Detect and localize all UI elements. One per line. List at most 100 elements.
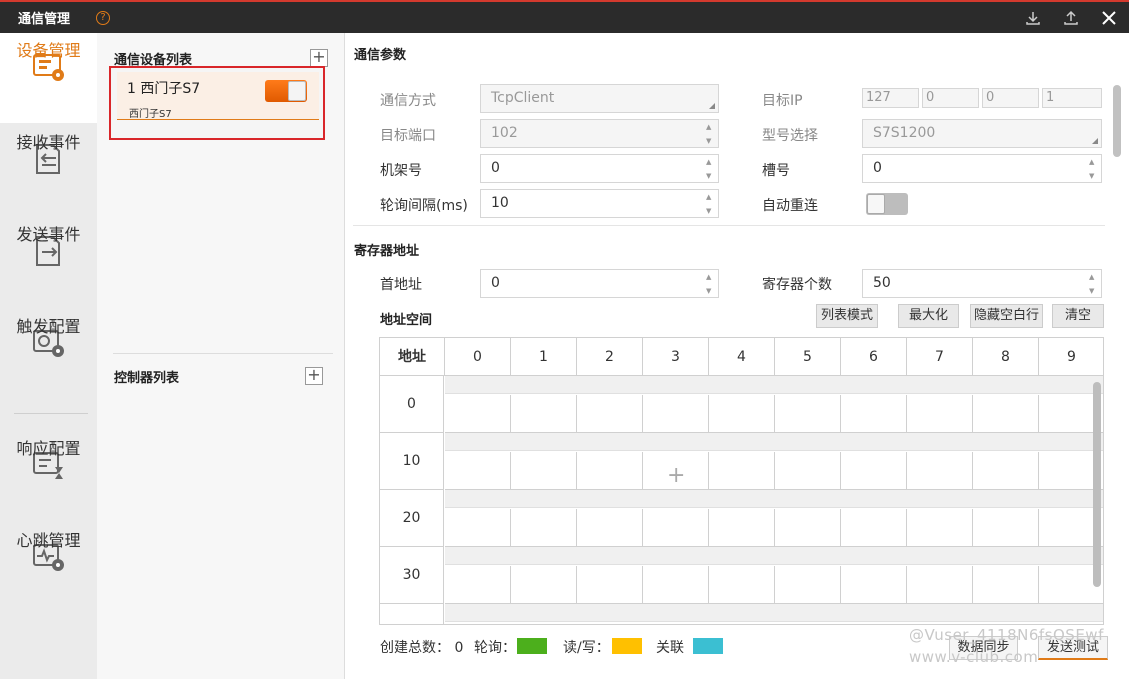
nav-item-send-events[interactable]: 发送事件 <box>0 217 97 307</box>
comm-mode-select[interactable]: TcpClient <box>480 84 719 113</box>
device-type: 西门子S7 <box>129 109 172 120</box>
grid-header: 地址 0 1 2 3 4 5 6 7 8 9 <box>380 338 1103 376</box>
grid-cell[interactable] <box>511 395 577 433</box>
watermark-user: @Vuser_4118N6fsQSEwf <box>909 626 1104 644</box>
grid-row-band <box>445 547 1103 565</box>
main-scrollbar[interactable] <box>1113 85 1121 157</box>
ip-octet-4[interactable]: 1 <box>1042 88 1102 108</box>
legend-poll-label: 轮询： <box>474 640 516 656</box>
legend-link-swatch <box>693 638 723 654</box>
grid-cell[interactable] <box>973 509 1039 547</box>
legend-poll-swatch <box>517 638 547 654</box>
export-icon[interactable] <box>1059 6 1083 30</box>
grid-cell[interactable] <box>445 509 511 547</box>
total-count-value: 0 <box>454 640 464 656</box>
nav-item-trigger-config[interactable]: 触发配置 <box>0 309 97 399</box>
grid-row-band <box>445 433 1103 451</box>
grid-cell[interactable] <box>709 452 775 490</box>
grid-header-col: 1 <box>511 338 577 376</box>
target-port-field[interactable]: 102 ▲ ▼ <box>480 119 719 148</box>
model-select[interactable]: S7S1200 <box>862 119 1102 148</box>
help-icon[interactable]: ? <box>96 10 111 25</box>
nav-divider <box>14 413 88 414</box>
grid-cell[interactable] <box>709 566 775 604</box>
grid-header-col: 2 <box>577 338 643 376</box>
grid-cell[interactable] <box>775 509 841 547</box>
close-icon[interactable] <box>1097 6 1121 30</box>
grid-cell[interactable] <box>775 452 841 490</box>
model-label: 型号选择 <box>762 128 818 144</box>
controller-list-title: 控制器列表 <box>114 371 180 386</box>
grid-cell[interactable] <box>841 566 907 604</box>
grid-cell[interactable] <box>841 452 907 490</box>
grid-cell[interactable] <box>643 395 709 433</box>
rack-field[interactable]: 0 ▲ ▼ <box>480 154 719 183</box>
maximize-button[interactable]: 最大化 <box>898 304 959 328</box>
add-controller-button[interactable]: + <box>305 367 323 385</box>
grid-header-col: 6 <box>841 338 907 376</box>
grid-header-col: 7 <box>907 338 973 376</box>
ip-octet-1[interactable]: 127 <box>862 88 919 108</box>
poll-interval-field[interactable]: 10 ▲ ▼ <box>480 189 719 218</box>
watermark-site: www.v-club.com <box>909 648 1039 666</box>
window-title: 通信管理 <box>18 12 71 27</box>
grid-cell[interactable] <box>577 509 643 547</box>
grid-cell[interactable] <box>907 395 973 433</box>
registers-title: 寄存器地址 <box>354 244 420 259</box>
nav-item-device-management[interactable]: 设备管理 <box>0 33 97 123</box>
grid-cell[interactable] <box>643 566 709 604</box>
comm-mode-label: 通信方式 <box>380 93 436 109</box>
panel-divider <box>113 353 333 354</box>
grid-cell[interactable] <box>973 395 1039 433</box>
grid-cell[interactable] <box>841 509 907 547</box>
grid-cell[interactable] <box>511 566 577 604</box>
grid-cell[interactable] <box>577 566 643 604</box>
grid-cell[interactable] <box>577 395 643 433</box>
grid-cell[interactable] <box>577 452 643 490</box>
grid-scrollbar[interactable] <box>1093 382 1101 587</box>
params-title: 通信参数 <box>354 48 407 63</box>
grid-cell[interactable] <box>445 566 511 604</box>
section-divider <box>353 225 1105 226</box>
start-address-field[interactable]: 0 ▲ ▼ <box>480 269 719 298</box>
grid-cell[interactable] <box>709 395 775 433</box>
nav-item-receive-events[interactable]: 接收事件 <box>0 125 97 215</box>
grid-cell[interactable] <box>973 566 1039 604</box>
grid-cell[interactable] <box>973 452 1039 490</box>
grid-cell[interactable] <box>907 452 973 490</box>
grid-cell[interactable] <box>511 509 577 547</box>
grid-cell[interactable] <box>445 395 511 433</box>
grid-cell[interactable] <box>511 452 577 490</box>
nav-item-heartbeat[interactable]: 心跳管理 <box>0 523 97 613</box>
nav-label: 发送事件 <box>16 225 81 244</box>
grid-cell[interactable] <box>775 395 841 433</box>
grid-header-col: 5 <box>775 338 841 376</box>
register-count-field[interactable]: 50 ▲ ▼ <box>862 269 1102 298</box>
device-card[interactable]: 1 西门子S7 西门子S7 <box>109 66 325 140</box>
import-icon[interactable] <box>1021 6 1045 30</box>
auto-reconnect-toggle[interactable] <box>866 193 908 215</box>
grid-cell[interactable] <box>907 509 973 547</box>
rack-label: 机架号 <box>380 163 422 179</box>
ip-octet-2[interactable]: 0 <box>922 88 979 108</box>
add-device-button[interactable]: + <box>310 49 328 67</box>
address-space-title: 地址空间 <box>380 313 433 328</box>
nav-item-response-config[interactable]: 响应配置 <box>0 431 97 521</box>
nav-label: 触发配置 <box>16 317 81 336</box>
slot-field[interactable]: 0 ▲ ▼ <box>862 154 1102 183</box>
main-panel: 通信参数 通信方式 TcpClient 目标IP 127 0 0 1 目标端口 … <box>345 33 1129 679</box>
grid-cell[interactable] <box>907 566 973 604</box>
grid-cell[interactable] <box>775 566 841 604</box>
hide-blank-rows-button[interactable]: 隐藏空白行 <box>970 304 1043 328</box>
clear-button[interactable]: 清空 <box>1052 304 1104 328</box>
device-enable-toggle[interactable] <box>265 80 307 102</box>
grid-cell[interactable] <box>841 395 907 433</box>
grid-cell[interactable] <box>445 452 511 490</box>
auto-reconnect-label: 自动重连 <box>762 198 818 214</box>
add-cell-icon[interactable]: + <box>667 463 685 488</box>
grid-cell[interactable] <box>643 509 709 547</box>
grid-cell[interactable] <box>709 509 775 547</box>
ip-octet-3[interactable]: 0 <box>982 88 1039 108</box>
list-mode-button[interactable]: 列表模式 <box>816 304 878 328</box>
grid-header-col: 0 <box>445 338 511 376</box>
